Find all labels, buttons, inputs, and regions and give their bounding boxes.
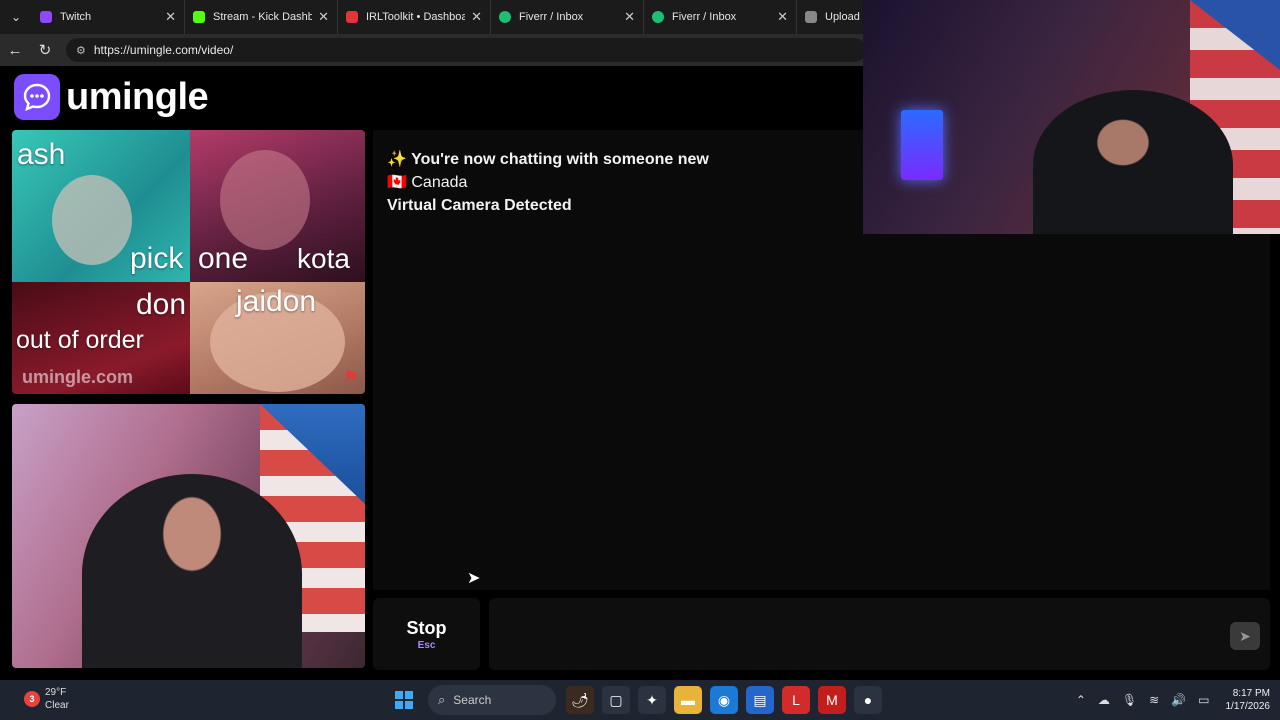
overlay-text: ash (17, 138, 66, 171)
tab-fiverr-inbox[interactable]: Fiverr / Inbox ✕ (491, 0, 644, 34)
close-icon[interactable]: ✕ (165, 9, 176, 25)
windows-start-icon[interactable] (390, 686, 418, 714)
canada-flag-icon: 🇨🇦 (387, 174, 407, 191)
wifi-icon[interactable]: ≋ (1149, 693, 1159, 707)
neon-light (901, 110, 943, 180)
system-tray: ⌃ ☁ 🎙 ≋ 🔊 ▭ 8:17 PM 1/17/2026 (1070, 684, 1270, 716)
url-field[interactable]: ⚙ https://umingle.com/video/ (66, 38, 866, 62)
mouse-cursor-icon: ➤ (467, 570, 481, 587)
windows-taskbar: 3 29°F Clear ⌕ Search 🌶 ▢ ✦ ▬ ◉ ▤ L M ● … (0, 680, 1280, 720)
overlay-text: don (136, 288, 187, 321)
overlay-text: out of order (16, 326, 144, 354)
tab-fiverr-inbox-2[interactable]: Fiverr / Inbox ✕ (644, 0, 797, 34)
message-input[interactable] (489, 598, 1270, 670)
store-icon[interactable]: ▤ (746, 686, 774, 714)
reload-icon[interactable]: ↻ (30, 34, 60, 66)
chat-bubble-icon (14, 74, 60, 120)
close-icon[interactable]: ✕ (471, 9, 482, 25)
url-text: https://umingle.com/video/ (93, 43, 234, 57)
tab-kick-dashboard[interactable]: Stream - Kick Dashboard ✕ (185, 0, 338, 34)
sparkles-icon: ✨ (387, 151, 407, 168)
close-icon[interactable]: ✕ (624, 9, 635, 25)
weather-temp: 29°F (45, 687, 67, 698)
chat-messages: ✨ You're now chatting with someone new 🇨… (387, 148, 709, 217)
chat-message: 🇨🇦 Canada (387, 171, 709, 194)
tab-irltoolkit[interactable]: IRLToolkit • Dashboard ✕ (338, 0, 491, 34)
taskbar-search[interactable]: ⌕ Search (428, 685, 556, 715)
overlay-text: pick (130, 242, 184, 275)
stranger-video: ash pick one kota don jaidon out of orde… (12, 130, 365, 394)
chevron-up-icon[interactable]: ⌃ (1076, 693, 1086, 707)
tab-twitch[interactable]: Twitch ✕ (32, 0, 185, 34)
tab-label: IRLToolkit • Dashboard (366, 11, 465, 23)
taskbar-apps: ⌕ Search 🌶 ▢ ✦ ▬ ◉ ▤ L M ● (386, 684, 886, 716)
tab-list-chevron-icon[interactable]: ⌄ (0, 0, 32, 34)
chat-controls: Stop Esc ➤ (373, 598, 1270, 670)
task-view-icon[interactable]: ▢ (602, 686, 630, 714)
tab-label: Stream - Kick Dashboard (213, 11, 312, 23)
irltoolkit-icon (346, 11, 358, 23)
stop-label: Stop (406, 617, 447, 638)
stop-shortcut: Esc (417, 639, 436, 651)
chat-message: ✨ You're now chatting with someone new (387, 148, 709, 171)
copilot-icon[interactable]: ✦ (638, 686, 666, 714)
clock[interactable]: 8:17 PM 1/17/2026 (1226, 687, 1271, 713)
site-info-icon[interactable]: ⚙ (76, 44, 86, 57)
message-text: Virtual Camera Detected (387, 197, 572, 214)
person-silhouette (1033, 90, 1233, 234)
search-icon: ⌕ (438, 692, 446, 707)
send-icon[interactable]: ➤ (1230, 622, 1260, 650)
message-text: Canada (411, 174, 468, 191)
message-text: You're now chatting with someone new (411, 151, 709, 168)
edge-browser-icon[interactable]: ◉ (710, 686, 738, 714)
l-app-icon[interactable]: L (782, 686, 810, 714)
weather-badge-icon: 3 (24, 691, 40, 707)
fiverr-icon (652, 11, 664, 23)
app-icon[interactable]: ● (854, 686, 882, 714)
overlay-text: one (198, 242, 249, 275)
person-silhouette (82, 474, 302, 668)
site-logo[interactable]: umingle (14, 74, 209, 120)
stop-button[interactable]: Stop Esc (373, 598, 480, 670)
tab-label: Fiverr / Inbox (672, 11, 737, 23)
weather-desc: Clear (45, 700, 69, 711)
logo-text: umingle (66, 75, 209, 118)
weather-widget[interactable]: 3 29°F Clear (24, 686, 69, 712)
close-icon[interactable]: ✕ (318, 9, 329, 25)
time: 8:17 PM (1232, 688, 1270, 699)
back-arrow-icon[interactable]: ← (0, 34, 30, 66)
battery-icon[interactable]: ▭ (1198, 693, 1209, 707)
close-icon[interactable]: ✕ (777, 9, 788, 25)
microphone-icon[interactable]: 🎙 (1122, 693, 1137, 707)
self-video (12, 404, 365, 668)
overlay-text: jaidon (236, 285, 317, 318)
kick-icon (193, 11, 205, 23)
volume-icon[interactable]: 🔊 (1171, 693, 1186, 707)
file-explorer-icon[interactable]: ▬ (674, 686, 702, 714)
tab-label: Fiverr / Inbox (519, 11, 584, 23)
search-label: Search (453, 693, 492, 707)
report-flag-icon[interactable]: ⚑ (343, 367, 359, 388)
chili-app-icon[interactable]: 🌶 (566, 686, 594, 714)
cloud-icon[interactable]: ☁ (1098, 693, 1110, 707)
mcafee-icon[interactable]: M (818, 686, 846, 714)
fiverr-icon (499, 11, 511, 23)
tab-label: Twitch (60, 11, 92, 23)
date: 1/17/2026 (1225, 701, 1271, 712)
twitch-icon (40, 11, 52, 23)
overlay-text: kota (297, 243, 350, 274)
chat-message: Virtual Camera Detected (387, 194, 709, 217)
streamer-webcam-overlay (863, 0, 1280, 234)
upload-site-icon (805, 11, 817, 23)
watermark: umingle.com (22, 367, 134, 387)
